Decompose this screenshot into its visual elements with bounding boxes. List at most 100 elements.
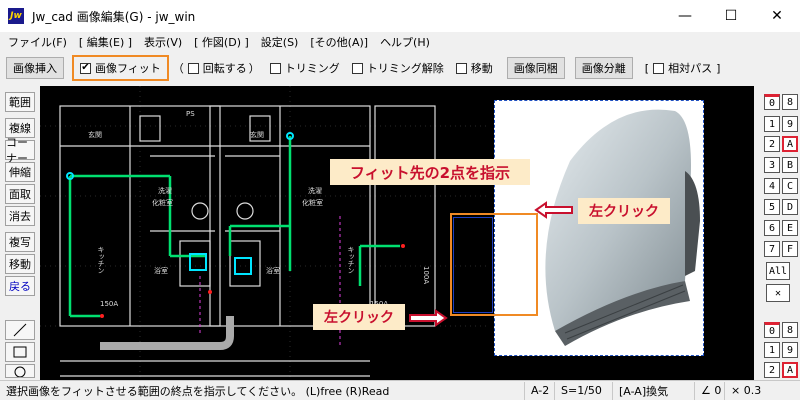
layer-btn-8[interactable]: 8 — [782, 322, 798, 338]
rotate-checkbox[interactable]: 回転する — [187, 60, 247, 76]
app-icon: Jw — [8, 8, 24, 24]
layer-group-btn-0[interactable]: 0 — [764, 94, 780, 110]
room-label-kitchen-2: キッチン — [347, 246, 355, 274]
layer-btn-a[interactable]: A — [782, 362, 798, 378]
layer-group-btn-c[interactable]: C — [782, 178, 798, 194]
layer-cancel-button[interactable]: ✕ — [766, 284, 790, 302]
layer-group-btn-6[interactable]: 6 — [764, 220, 780, 236]
tool-copy[interactable]: 複写 — [5, 232, 35, 252]
maximize-button[interactable]: ☐ — [708, 0, 754, 32]
room-label-kesho-2: 化粧室 — [302, 199, 323, 207]
trim-release-label: トリミング解除 — [366, 62, 444, 75]
rotate-paren-close: ） — [248, 62, 260, 75]
minimize-button[interactable]: — — [662, 0, 708, 32]
room-label-kitchen-1: キッチン — [97, 246, 105, 274]
tool-undo[interactable]: 戻る — [5, 276, 35, 296]
rotate-label: 回転する — [202, 62, 247, 75]
layer-all-button[interactable]: All — [766, 262, 790, 280]
layer-group-btn-b[interactable]: B — [782, 157, 798, 173]
paper-size[interactable]: A-2 — [524, 381, 554, 400]
angle[interactable]: ∠ 0 — [694, 381, 724, 400]
image-bundle-button[interactable]: 画像同梱 — [506, 57, 565, 79]
fit-image-checkbox[interactable]: ✔ 画像フィット — [72, 55, 169, 81]
room-label-bath-1: 浴室 — [154, 267, 168, 275]
move-box — [455, 62, 467, 74]
multiplier[interactable]: × 0.3 — [724, 381, 800, 400]
left-click-callout-2: 左クリック — [313, 304, 405, 330]
ps-label: PS — [186, 110, 195, 118]
move-label: 移動 — [470, 62, 493, 75]
layer-btn-1[interactable]: 1 — [764, 342, 780, 358]
close-button[interactable]: ✕ — [754, 0, 800, 32]
menu-settings[interactable]: 設定(S) — [255, 34, 305, 50]
room-label-genkan-1: 玄関 — [88, 131, 102, 139]
layer-group-btn-8[interactable]: 8 — [782, 94, 798, 110]
menu-other[interactable]: [その他(A)] — [304, 34, 374, 50]
rectangle-icon — [13, 346, 27, 358]
layer-group-btn-9[interactable]: 9 — [782, 116, 798, 132]
tool-move[interactable]: 移動 — [5, 254, 35, 274]
window-title: Jw_cad 画像編集(G) - jw_win — [32, 9, 196, 24]
layer-btn-0[interactable]: 0 — [764, 322, 780, 338]
layer-group-btn-e[interactable]: E — [782, 220, 798, 236]
menu-help[interactable]: ヘルプ(H) — [374, 34, 436, 50]
right-layer-panel: 0 8 1 9 2 A 3 B 4 C 5 D 6 E 7 F All ✕ 0 … — [756, 86, 800, 380]
room-label-sentaku-2: 洗濯 — [308, 187, 322, 195]
tool-range[interactable]: 範囲 — [5, 92, 35, 112]
image-edit-toolbar: 画像挿入 ✔ 画像フィット （ 回転する ） トリミング トリミング解除 移動 … — [0, 53, 800, 83]
move-checkbox[interactable]: 移動 — [455, 60, 493, 76]
layer-btn-2[interactable]: 2 — [764, 362, 780, 378]
fit-preview-frame — [453, 217, 493, 313]
status-bar: 選択画像をフィットさせる範囲の終点を指示してください。 (L)free (R)R… — [0, 380, 800, 400]
scale[interactable]: S=1/50 — [554, 381, 612, 400]
layer-group-btn-3[interactable]: 3 — [764, 157, 780, 173]
trim-release-checkbox[interactable]: トリミング解除 — [351, 60, 444, 76]
menu-bar: ファイル(F) [ 編集(E) ] 表示(V) [ 作図(D) ] 設定(S) … — [0, 32, 800, 52]
relative-path-box — [653, 62, 665, 74]
drawing-canvas[interactable]: 玄関 玄関 洗濯 洗濯 化粧室 化粧室 キッチン キッチン 浴室 浴室 150A… — [40, 86, 754, 380]
arrow-left-icon — [534, 201, 573, 219]
relative-bracket-close: ] — [716, 61, 721, 75]
layer-group-btn-4[interactable]: 4 — [764, 178, 780, 194]
trim-checkbox[interactable]: トリミング — [269, 60, 340, 76]
tool-circle[interactable] — [5, 364, 35, 378]
current-layer[interactable]: [A-A]換気 — [612, 381, 694, 400]
layer-btn-9[interactable]: 9 — [782, 342, 798, 358]
layer-group-btn-1[interactable]: 1 — [764, 116, 780, 132]
tool-chamfer[interactable]: 面取 — [5, 184, 35, 204]
tool-rectangle[interactable] — [5, 342, 35, 362]
menu-draw[interactable]: [ 作図(D) ] — [188, 34, 255, 50]
layer-group-btn-2[interactable]: 2 — [764, 136, 780, 152]
trim-box — [269, 62, 281, 74]
insert-image-button[interactable]: 画像挿入 — [6, 57, 64, 79]
room-label-genkan-2: 玄関 — [250, 131, 264, 139]
relative-path-label: 相対パス — [668, 62, 713, 75]
relative-bracket-open: [ — [644, 61, 650, 75]
layer-group-btn-d[interactable]: D — [782, 199, 798, 215]
tool-stretch[interactable]: 伸縮 — [5, 162, 35, 182]
menu-file[interactable]: ファイル(F) — [0, 34, 73, 50]
status-message: 選択画像をフィットさせる範囲の終点を指示してください。 (L)free (R)R… — [6, 384, 390, 398]
trim-label: トリミング — [284, 62, 340, 75]
layer-group-btn-a[interactable]: A — [782, 136, 798, 152]
arrow-right-icon — [409, 309, 448, 327]
tool-line[interactable] — [5, 320, 35, 340]
layer-group-btn-f[interactable]: F — [782, 241, 798, 257]
pipe-size-label: 100A — [422, 266, 430, 285]
instruction-callout: フィット先の2点を指示 — [330, 159, 530, 185]
rotate-box — [187, 62, 199, 74]
title-bar: Jw Jw_cad 画像編集(G) - jw_win — ☐ ✕ — [0, 0, 800, 32]
left-tool-panel: 範囲 複線 コーナー 伸縮 面取 消去 複写 移動 戻る — [0, 86, 40, 380]
menu-view[interactable]: 表示(V) — [138, 34, 188, 50]
menu-edit[interactable]: [ 編集(E) ] — [73, 34, 138, 50]
room-label-bath-2: 浴室 — [266, 267, 280, 275]
layer-group-btn-5[interactable]: 5 — [764, 199, 780, 215]
room-label-kesho-1: 化粧室 — [152, 199, 173, 207]
image-separate-button[interactable]: 画像分離 — [574, 57, 633, 79]
rotate-paren-open: （ — [172, 62, 184, 75]
fit-image-check-icon: ✔ — [80, 62, 91, 74]
tool-erase[interactable]: 消去 — [5, 206, 35, 226]
tool-corner[interactable]: コーナー — [5, 136, 35, 165]
layer-group-btn-7[interactable]: 7 — [764, 241, 780, 257]
relative-path-checkbox[interactable]: 相対パス — [653, 60, 712, 76]
